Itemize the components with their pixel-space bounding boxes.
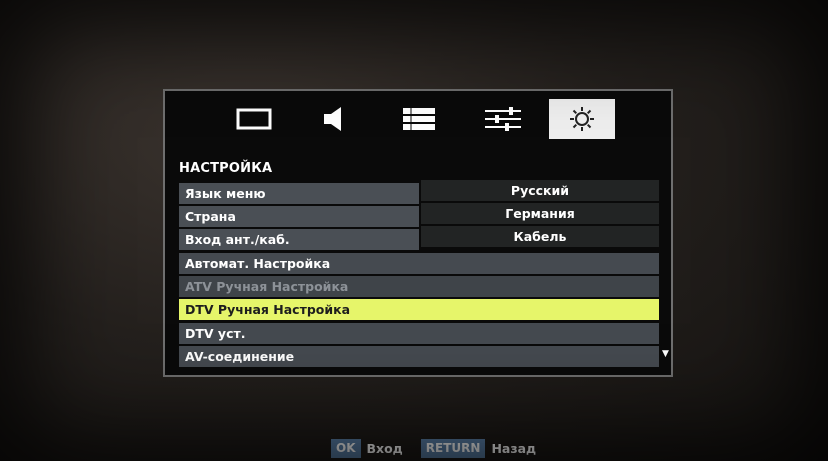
atv-manual-tuning-item: ATV Ручная Настройка bbox=[179, 276, 659, 297]
menu-language-value: Русский bbox=[421, 180, 659, 201]
antenna-cable-input-item[interactable]: Вход ант./каб. bbox=[179, 229, 419, 250]
settings-menu-panel: НАСТРОЙКА Язык меню Русский Страна Герма… bbox=[163, 89, 673, 377]
auto-tuning-item[interactable]: Автомат. Настройка bbox=[179, 253, 659, 274]
options-sliders-icon bbox=[485, 107, 521, 131]
channel-list-icon bbox=[403, 108, 435, 130]
tab-settings[interactable] bbox=[549, 99, 615, 139]
antenna-cable-input-value: Кабель bbox=[421, 226, 659, 247]
menu-language-item[interactable]: Язык меню bbox=[179, 183, 419, 204]
ok-key-badge: OK bbox=[331, 439, 361, 458]
dtv-manual-tuning-item[interactable]: DTV Ручная Настройка bbox=[179, 299, 659, 320]
tab-picture[interactable] bbox=[223, 99, 285, 139]
tab-sound[interactable] bbox=[303, 99, 365, 139]
country-item[interactable]: Страна bbox=[179, 206, 419, 227]
menu-heading: НАСТРОЙКА bbox=[179, 161, 273, 176]
menu-tab-bar bbox=[223, 99, 623, 141]
ok-key-text: Вход bbox=[366, 441, 403, 456]
return-key-text: Назад bbox=[491, 441, 537, 456]
return-key-badge: RETURN bbox=[420, 439, 486, 458]
key-legend: OK Вход RETURN Назад bbox=[331, 439, 548, 458]
settings-sun-icon bbox=[570, 107, 594, 131]
scroll-down-icon[interactable]: ▼ bbox=[662, 349, 669, 359]
tab-channel[interactable] bbox=[388, 99, 450, 139]
sound-icon bbox=[324, 107, 341, 131]
tab-options[interactable] bbox=[472, 99, 534, 139]
av-connection-item[interactable]: AV-соединение bbox=[179, 346, 659, 367]
dtv-settings-item[interactable]: DTV уст. bbox=[179, 323, 659, 344]
country-value: Германия bbox=[421, 203, 659, 224]
picture-icon bbox=[236, 108, 272, 130]
